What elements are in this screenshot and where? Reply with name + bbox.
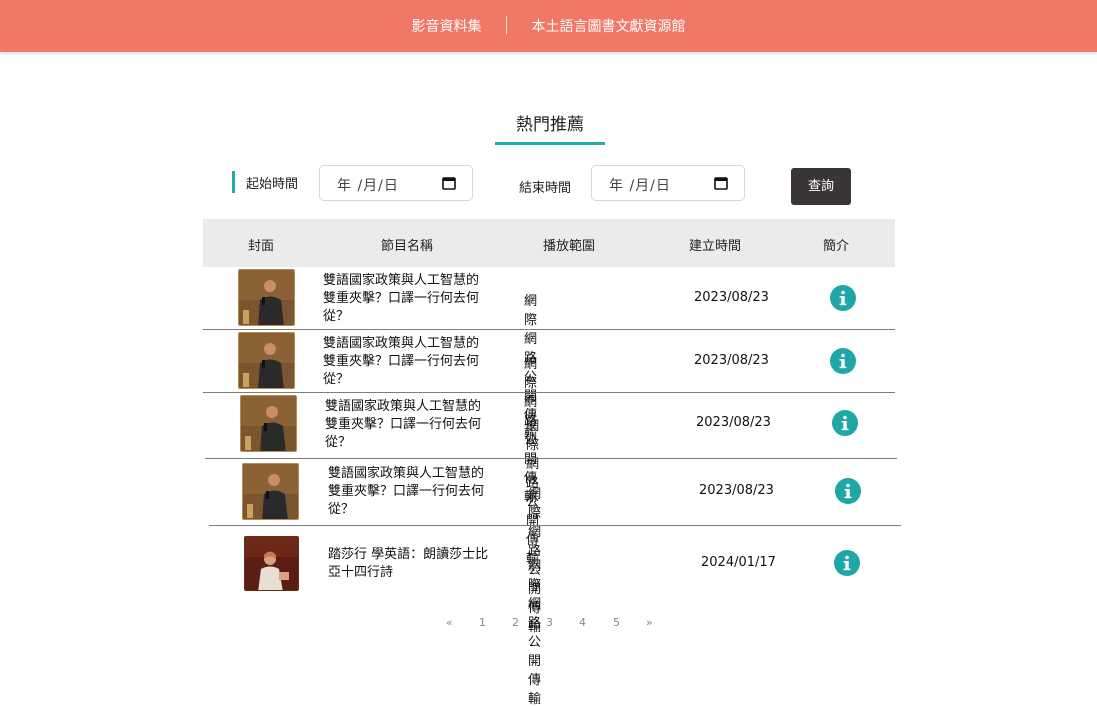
- broadcast-scope: 網際網路公開傳輸: [528, 559, 542, 707]
- program-name[interactable]: 雙語國家政策與人工智慧的 雙重夾擊？口譯一行何去何 從？: [323, 335, 498, 389]
- program-name[interactable]: 雙語國家政策與人工智慧的 雙重夾擊？口譯一行何去何 從？: [325, 398, 500, 452]
- end-time-label: 結束時間: [519, 181, 572, 196]
- info-icon[interactable]: [832, 410, 858, 436]
- speaker-man-icon: [239, 333, 294, 388]
- created-date: 2023/08/23: [699, 483, 774, 498]
- speaker-woman-icon: [245, 537, 298, 590]
- table-header: 封面 節目名稱 播放範圍 建立時間 簡介: [203, 219, 895, 267]
- start-date-input[interactable]: 年 /月/日: [319, 165, 473, 201]
- row-divider: [209, 525, 901, 526]
- speaker-man-icon: [243, 464, 298, 519]
- created-date: 2023/08/23: [694, 290, 769, 305]
- header-created-time: 建立時間: [688, 239, 741, 254]
- speaker-man-icon: [239, 270, 294, 325]
- start-date-value: 年 /月/日: [337, 178, 399, 194]
- pagination-next[interactable]: »: [646, 616, 653, 629]
- page-title: 熱門推薦: [516, 115, 584, 135]
- header-broadcast-scope: 播放範圍: [542, 239, 595, 254]
- end-date-value: 年 /月/日: [609, 178, 671, 194]
- pagination-page-2[interactable]: 2: [512, 616, 519, 629]
- program-cover[interactable]: [240, 395, 297, 452]
- header-program-name: 節目名稱: [380, 239, 433, 254]
- header-intro: 簡介: [822, 239, 849, 254]
- row-divider: [205, 458, 897, 459]
- pagination-page-1[interactable]: 1: [479, 616, 486, 629]
- program-name[interactable]: 踏莎行 學英語：朗讀莎士比 亞十四行詩: [328, 546, 503, 582]
- nav-divider: [506, 16, 507, 34]
- info-icon[interactable]: [830, 285, 856, 311]
- program-cover[interactable]: [242, 463, 299, 520]
- created-date: 2024/01/17: [701, 555, 776, 570]
- speaker-man-icon: [241, 396, 296, 451]
- pagination-page-4[interactable]: 4: [579, 616, 586, 629]
- header-cover: 封面: [247, 239, 274, 254]
- pagination-prev[interactable]: «: [446, 616, 453, 629]
- row-divider: [203, 329, 895, 330]
- created-date: 2023/08/23: [694, 353, 769, 368]
- filter-accent-bar: [232, 171, 235, 193]
- program-name[interactable]: 雙語國家政策與人工智慧的 雙重夾擊？口譯一行何去何 從？: [323, 272, 498, 326]
- info-icon[interactable]: [835, 478, 861, 504]
- program-name[interactable]: 雙語國家政策與人工智慧的 雙重夾擊？口譯一行何去何 從？: [328, 465, 503, 519]
- pagination-page-5[interactable]: 5: [613, 616, 620, 629]
- row-divider: [203, 392, 895, 393]
- top-nav-bar: 影音資料集 本土語言圖書文獻資源館: [0, 0, 1097, 52]
- info-icon[interactable]: [834, 550, 860, 576]
- program-cover[interactable]: [238, 269, 295, 326]
- calendar-icon[interactable]: [442, 176, 456, 190]
- program-cover[interactable]: [244, 536, 299, 591]
- top-nav: 影音資料集 本土語言圖書文獻資源館: [0, 16, 1097, 36]
- pagination-page-3[interactable]: 3: [546, 616, 553, 629]
- end-date-input[interactable]: 年 /月/日: [591, 165, 745, 201]
- nav-link-av-dataset[interactable]: 影音資料集: [412, 16, 482, 36]
- query-button[interactable]: 查詢: [791, 168, 851, 205]
- info-icon[interactable]: [830, 348, 856, 374]
- nav-link-local-language-library[interactable]: 本土語言圖書文獻資源館: [531, 16, 685, 36]
- start-time-label: 起始時間: [246, 177, 299, 192]
- program-cover[interactable]: [238, 332, 295, 389]
- title-underline: [495, 142, 605, 145]
- calendar-icon[interactable]: [714, 176, 728, 190]
- created-date: 2023/08/23: [696, 415, 771, 430]
